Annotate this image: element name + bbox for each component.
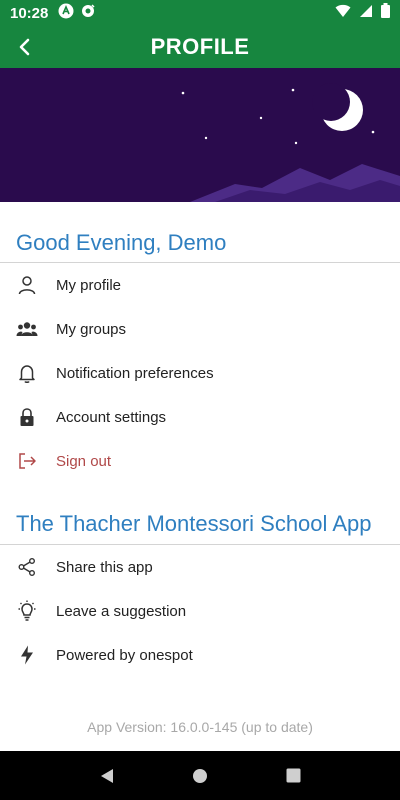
menu-label: Leave a suggestion	[56, 602, 187, 620]
nav-recents-button[interactable]	[273, 756, 313, 796]
wifi-icon	[335, 4, 351, 23]
back-button[interactable]	[10, 32, 40, 62]
menu-item-account-settings[interactable]: Account settings	[0, 395, 400, 439]
menu-item-share-app[interactable]: Share this app	[0, 545, 400, 589]
menu-item-leave-suggestion[interactable]: Leave a suggestion	[0, 589, 400, 633]
greeting-section: Good Evening, Demo My profile My groups …	[0, 229, 400, 483]
home-circle-icon	[192, 768, 207, 783]
menu-item-my-groups[interactable]: My groups	[0, 307, 400, 351]
menu-item-powered-by[interactable]: Powered by onespot	[0, 633, 400, 677]
greeting-title: Good Evening, Demo	[16, 230, 227, 255]
status-left-icons	[58, 3, 96, 24]
sign-out-icon	[16, 450, 38, 472]
menu-label: Powered by onespot	[56, 646, 193, 664]
lock-icon	[16, 406, 38, 428]
battery-icon	[381, 3, 390, 23]
menu-label: My profile	[56, 276, 122, 294]
back-arrow-icon	[19, 38, 30, 56]
app-section-title: The Thacher Montessori School App	[16, 511, 372, 536]
app-a-icon	[58, 3, 74, 24]
hero-banner	[0, 68, 400, 202]
back-triangle-icon	[100, 768, 113, 783]
status-bar: 10:28	[0, 0, 400, 26]
menu-item-my-profile[interactable]: My profile	[0, 263, 400, 307]
group-icon	[16, 318, 38, 340]
menu-label: Share this app	[56, 558, 153, 576]
notification-icon	[80, 3, 96, 24]
menu-label: Account settings	[56, 408, 167, 426]
person-icon	[16, 274, 38, 296]
system-nav-bar	[0, 751, 400, 800]
recents-square-icon	[286, 768, 301, 783]
share-icon	[16, 556, 38, 578]
app-bar: PROFILE	[0, 26, 400, 68]
nav-home-button[interactable]	[180, 756, 220, 796]
status-time: 10:28	[10, 4, 49, 22]
menu-label: My groups	[56, 320, 127, 338]
menu-label: Sign out	[56, 452, 112, 470]
app-version: App Version: 16.0.0-145 (up to date)	[87, 719, 313, 735]
lightning-icon	[16, 644, 38, 666]
lightbulb-icon	[16, 600, 38, 622]
menu-item-sign-out[interactable]: Sign out	[0, 439, 400, 483]
page-title: PROFILE	[150, 34, 250, 59]
signal-icon	[359, 4, 373, 23]
app-section: The Thacher Montessori School App Share …	[0, 510, 400, 677]
menu-label: Notification preferences	[56, 364, 214, 382]
menu-item-notification-preferences[interactable]: Notification preferences	[0, 351, 400, 395]
bell-icon	[16, 362, 38, 384]
status-right-icons	[335, 3, 390, 23]
nav-back-button[interactable]	[87, 756, 127, 796]
